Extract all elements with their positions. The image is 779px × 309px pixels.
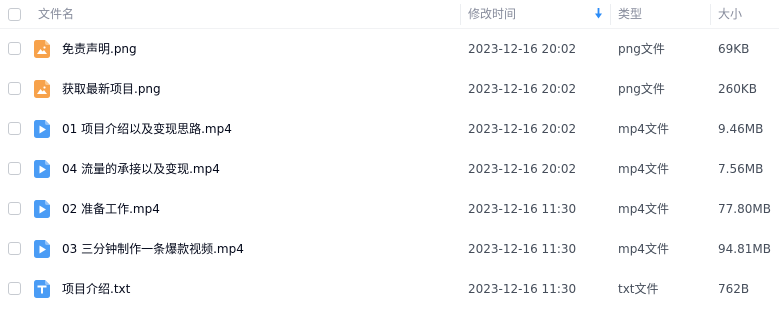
row-checkbox[interactable] xyxy=(8,242,21,255)
file-row[interactable]: 04 流量的承接以及变现.mp4 2023-12-16 20:02 mp4文件 … xyxy=(0,149,779,189)
file-size: 762B xyxy=(718,282,750,296)
file-row[interactable]: 获取最新项目.png 2023-12-16 20:02 png文件 260KB xyxy=(0,69,779,109)
column-header-modified[interactable]: 修改时间 xyxy=(468,6,516,23)
image-file-icon xyxy=(34,80,50,98)
column-header-size[interactable]: 大小 xyxy=(718,6,742,23)
row-checkbox[interactable] xyxy=(8,282,21,295)
row-checkbox[interactable] xyxy=(8,122,21,135)
file-row[interactable]: 03 三分钟制作一条爆款视频.mp4 2023-12-16 11:30 mp4文… xyxy=(0,229,779,269)
file-modified-time: 2023-12-16 11:30 xyxy=(468,202,577,216)
file-type: mp4文件 xyxy=(618,122,669,136)
file-name[interactable]: 项目介绍.txt xyxy=(62,281,130,297)
file-type: mp4文件 xyxy=(618,202,669,216)
video-file-icon xyxy=(34,160,50,178)
column-divider[interactable] xyxy=(610,4,611,25)
file-name[interactable]: 03 三分钟制作一条爆款视频.mp4 xyxy=(62,241,244,257)
video-file-icon xyxy=(34,200,50,218)
file-modified-time: 2023-12-16 11:30 xyxy=(468,242,577,256)
file-size: 69KB xyxy=(718,42,750,56)
row-checkbox[interactable] xyxy=(8,162,21,175)
file-row[interactable]: 01 项目介绍以及变现思路.mp4 2023-12-16 20:02 mp4文件… xyxy=(0,109,779,149)
file-type: png文件 xyxy=(618,42,665,56)
file-name[interactable]: 01 项目介绍以及变现思路.mp4 xyxy=(62,121,232,137)
file-row[interactable]: 免责声明.png 2023-12-16 20:02 png文件 69KB xyxy=(0,29,779,69)
row-checkbox[interactable] xyxy=(8,82,21,95)
select-all-checkbox[interactable] xyxy=(8,8,21,21)
text-file-icon xyxy=(34,280,50,298)
file-type: txt文件 xyxy=(618,282,659,296)
row-checkbox[interactable] xyxy=(8,42,21,55)
row-checkbox[interactable] xyxy=(8,202,21,215)
file-type: mp4文件 xyxy=(618,162,669,176)
file-row[interactable]: 02 准备工作.mp4 2023-12-16 11:30 mp4文件 77.80… xyxy=(0,189,779,229)
file-name[interactable]: 02 准备工作.mp4 xyxy=(62,201,160,217)
file-modified-time: 2023-12-16 20:02 xyxy=(468,162,577,176)
file-list-header: 文件名 修改时间 类型 大小 xyxy=(0,0,779,29)
file-row[interactable]: 项目介绍.txt 2023-12-16 11:30 txt文件 762B xyxy=(0,269,779,309)
file-size: 77.80MB xyxy=(718,202,771,216)
image-file-icon xyxy=(34,40,50,58)
file-type: mp4文件 xyxy=(618,242,669,256)
file-modified-time: 2023-12-16 11:30 xyxy=(468,282,577,296)
sort-down-arrow-icon[interactable] xyxy=(595,8,602,19)
file-name[interactable]: 获取最新项目.png xyxy=(62,81,161,97)
column-divider[interactable] xyxy=(460,4,461,25)
column-divider[interactable] xyxy=(710,4,711,25)
file-size: 7.56MB xyxy=(718,162,764,176)
file-modified-time: 2023-12-16 20:02 xyxy=(468,42,577,56)
file-list: 文件名 修改时间 类型 大小 免责声明.png 2023-12-16 20:02… xyxy=(0,0,779,306)
file-size: 94.81MB xyxy=(718,242,771,256)
file-size: 9.46MB xyxy=(718,122,764,136)
file-name[interactable]: 04 流量的承接以及变现.mp4 xyxy=(62,161,220,177)
column-header-type[interactable]: 类型 xyxy=(618,6,642,23)
video-file-icon xyxy=(34,120,50,138)
video-file-icon xyxy=(34,240,50,258)
file-modified-time: 2023-12-16 20:02 xyxy=(468,82,577,96)
file-modified-time: 2023-12-16 20:02 xyxy=(468,122,577,136)
column-header-name[interactable]: 文件名 xyxy=(38,6,74,23)
file-type: png文件 xyxy=(618,82,665,96)
file-name[interactable]: 免责声明.png xyxy=(62,41,137,57)
file-size: 260KB xyxy=(718,82,758,96)
